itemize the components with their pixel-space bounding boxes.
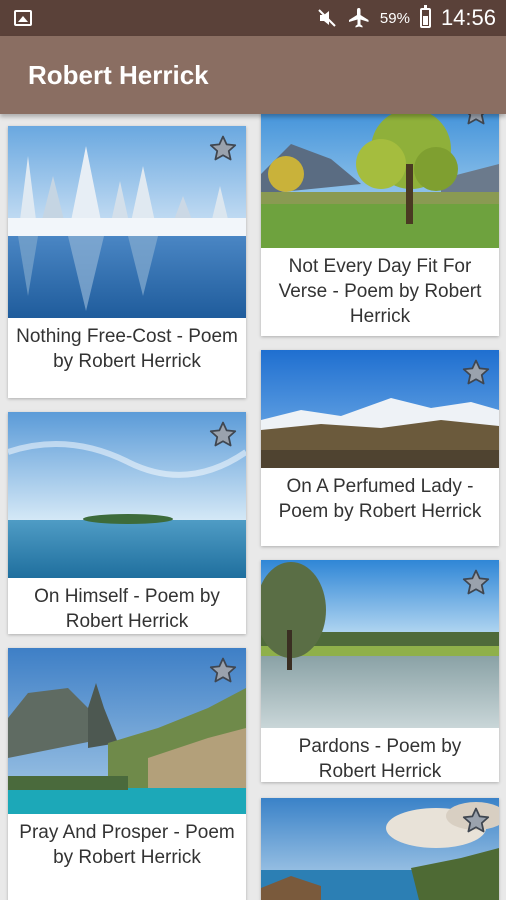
favorite-star-icon[interactable] <box>461 806 491 836</box>
poem-grid[interactable]: Nothing Free-Cost - Poem by Robert Herri… <box>0 114 506 900</box>
favorite-star-icon[interactable] <box>461 358 491 388</box>
poem-image <box>8 648 246 814</box>
poem-title: On A Perfumed Lady - Poem by Robert Herr… <box>278 476 482 522</box>
poem-card[interactable]: Pray And Prosper - Poem by Robert Herric… <box>8 648 246 900</box>
status-bar: 59% 14:56 <box>0 0 506 36</box>
favorite-star-icon[interactable] <box>461 568 491 598</box>
page-title: Robert Herrick <box>28 60 209 90</box>
favorite-star-icon[interactable] <box>208 656 238 686</box>
status-icons: 59% 14:56 <box>316 4 496 32</box>
poem-title: Nothing Free-Cost - Poem by Robert Herri… <box>16 326 238 372</box>
poem-title: Pray And Prosper - Poem by Robert Herric… <box>19 822 235 868</box>
poem-card[interactable]: On Himself - Poem by Robert Herrick <box>8 412 246 634</box>
clock: 14:56 <box>440 5 496 30</box>
poem-title: On Himself - Poem by Robert Herrick <box>34 586 220 632</box>
favorite-star-icon[interactable] <box>208 420 238 450</box>
poem-card[interactable] <box>261 798 499 900</box>
poem-image <box>261 114 499 248</box>
poem-image <box>261 560 499 728</box>
poem-image <box>8 412 246 578</box>
poem-card[interactable]: Pardons - Poem by Robert Herrick <box>261 560 499 782</box>
favorite-star-icon[interactable] <box>461 114 491 128</box>
poem-title: Pardons - Poem by Robert Herrick <box>298 736 462 782</box>
battery-percent: 59% <box>379 9 410 27</box>
airplane-icon <box>348 8 369 28</box>
poem-title: Not Every Day Fit For Verse - Poem by Ro… <box>278 256 482 327</box>
gallery-icon <box>14 10 32 26</box>
battery-icon <box>419 5 431 28</box>
poem-image <box>261 798 499 900</box>
favorite-star-icon[interactable] <box>208 134 238 164</box>
poem-image <box>8 126 246 318</box>
poem-card[interactable]: On A Perfumed Lady - Poem by Robert Herr… <box>261 350 499 546</box>
app-bar: Robert Herrick <box>0 36 506 114</box>
poem-card[interactable]: Nothing Free-Cost - Poem by Robert Herri… <box>8 126 246 398</box>
poem-image <box>261 350 499 468</box>
poem-card[interactable]: Not Every Day Fit For Verse - Poem by Ro… <box>261 114 499 336</box>
mute-icon <box>318 9 336 27</box>
